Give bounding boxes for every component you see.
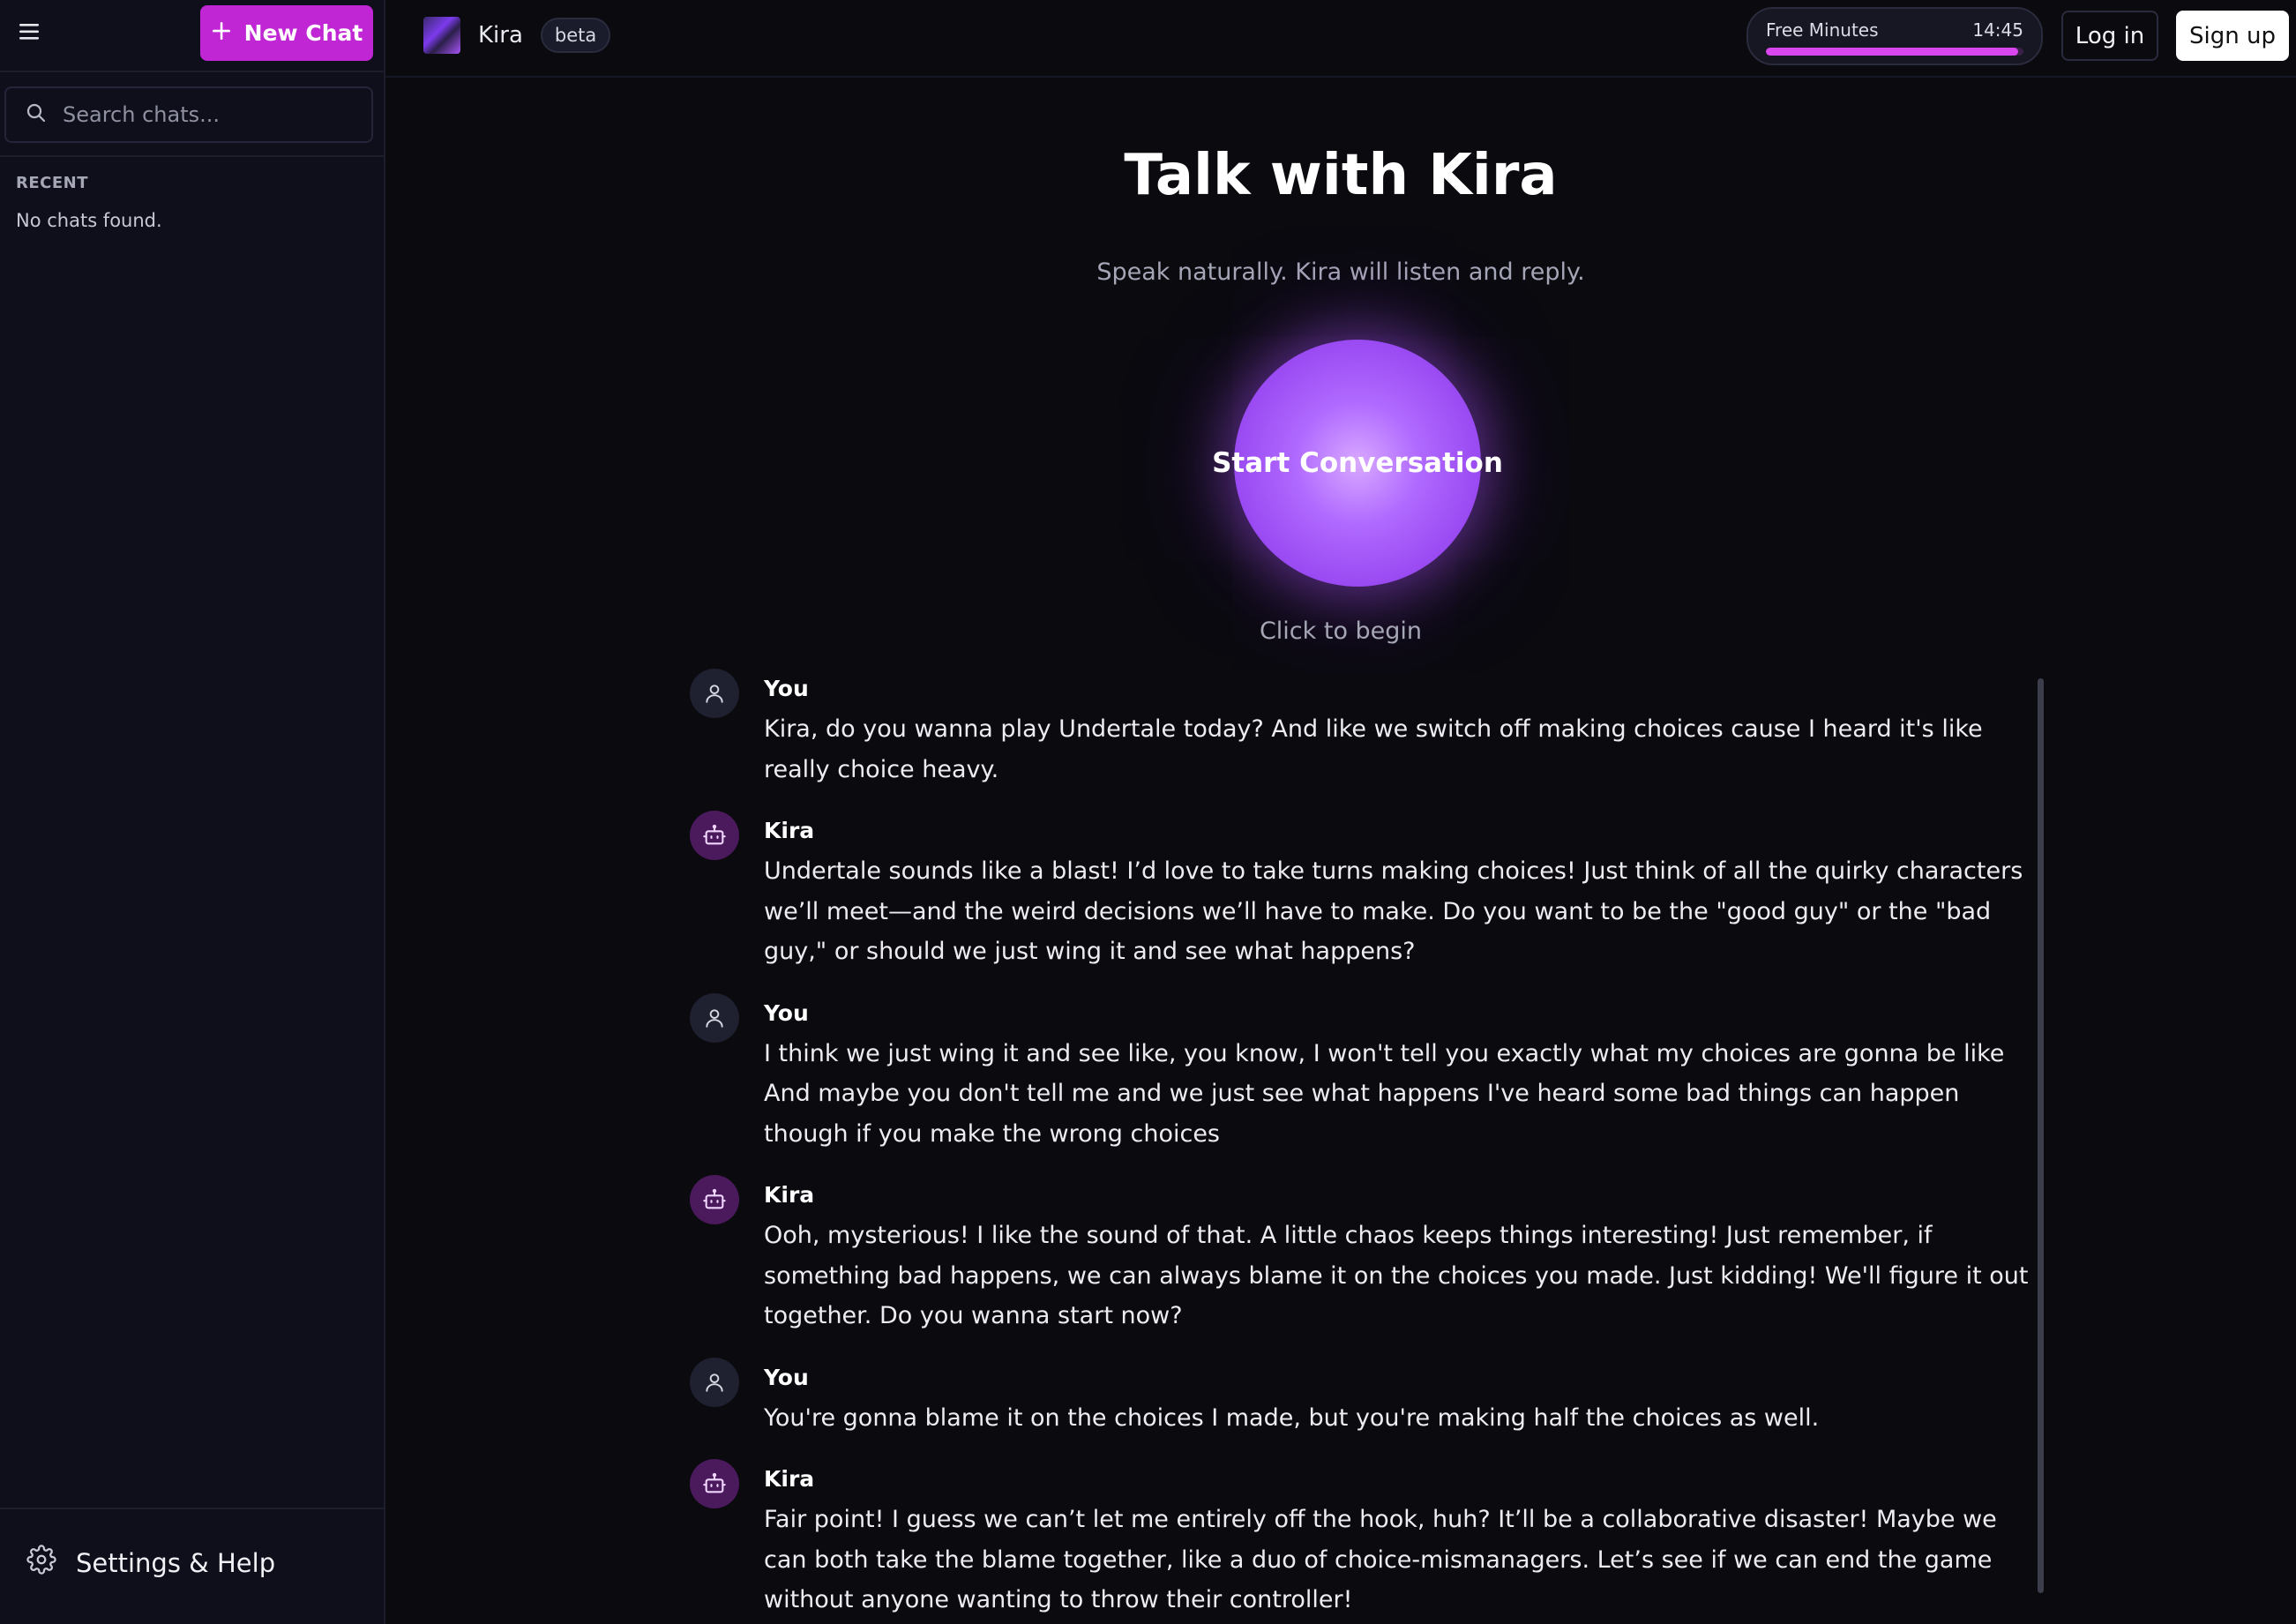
sidebar-header: New Chat — [0, 0, 384, 72]
brand-name: Kira — [478, 22, 523, 49]
free-minutes-fill — [1766, 48, 2019, 56]
message-author: Kira — [764, 1182, 815, 1208]
plus-icon — [211, 20, 232, 47]
message-text: You're gonna blame it on the choices I m… — [764, 1403, 1820, 1432]
start-conversation-label: Start Conversation — [1212, 447, 1503, 479]
sidebar: New Chat RECENT No chats found. Settings… — [0, 0, 385, 1624]
brand[interactable]: Kira beta — [423, 17, 611, 54]
beta-badge: beta — [540, 18, 611, 53]
message-author: Kira — [764, 818, 815, 843]
top-bar: Kira beta Free Minutes 14:45 Log in Sign… — [385, 0, 2296, 78]
signup-button[interactable]: Sign up — [2176, 11, 2289, 61]
new-chat-label: New Chat — [243, 20, 363, 46]
page-subtitle: Speak naturally. Kira will listen and re… — [1096, 258, 1585, 286]
transcript: You Kira, do you wanna play Undertale tod… — [690, 669, 2031, 1624]
message-text: Kira, do you wanna play Undertale today?… — [764, 715, 1983, 783]
free-minutes-meter: Free Minutes 14:45 — [1746, 7, 2043, 65]
free-minutes-value: 14:45 — [1972, 19, 2023, 41]
menu-icon[interactable] — [18, 19, 42, 44]
free-minutes-label: Free Minutes — [1766, 19, 1879, 41]
message-bot: Kira Undertale sounds like a blast! I’d l… — [690, 811, 2031, 972]
bot-icon — [690, 1175, 739, 1224]
user-icon — [690, 669, 739, 718]
user-icon — [690, 1357, 739, 1407]
message-text: Fair point! I guess we can’t let me enti… — [764, 1506, 1997, 1613]
transcript-scrollbar[interactable] — [2038, 678, 2044, 1593]
search-icon — [26, 102, 47, 127]
main-content: Talk with Kira Speak naturally. Kira wil… — [385, 78, 2296, 1624]
gear-icon — [26, 1545, 56, 1581]
kira-logo — [423, 17, 460, 54]
click-to-begin-hint: Click to begin — [1259, 617, 1423, 645]
message-author: You — [764, 676, 809, 701]
message-author: Kira — [764, 1466, 815, 1492]
free-minutes-track — [1766, 48, 2023, 56]
recent-heading: RECENT — [16, 174, 89, 192]
sidebar-footer: Settings & Help — [0, 1508, 384, 1624]
message-author: You — [764, 1364, 809, 1390]
search-input[interactable] — [61, 101, 355, 128]
user-icon — [690, 992, 739, 1043]
settings-help-label: Settings & Help — [76, 1547, 276, 1578]
empty-chats-text: No chats found. — [16, 210, 162, 231]
message-user: You You're gonna blame it on the choices … — [690, 1357, 2031, 1439]
message-bot: Kira Fair point! I guess we can’t let me … — [690, 1459, 2031, 1620]
page-title: Talk with Kira — [1124, 143, 1558, 208]
bot-icon — [690, 811, 739, 860]
new-chat-button[interactable]: New Chat — [200, 5, 373, 61]
search-box[interactable] — [4, 86, 373, 143]
bot-icon — [690, 1459, 739, 1508]
settings-help-button[interactable]: Settings & Help — [26, 1545, 275, 1581]
message-text: I think we just wing it and see like, yo… — [764, 1039, 2005, 1148]
login-button[interactable]: Log in — [2061, 11, 2158, 61]
start-conversation-button[interactable]: Start Conversation — [1212, 340, 1503, 587]
message-bot: Kira Ooh, mysterious! I like the sound of… — [690, 1175, 2031, 1336]
message-author: You — [764, 999, 809, 1026]
message-text: Ooh, mysterious! I like the sound of tha… — [764, 1222, 2029, 1329]
sidebar-divider — [0, 155, 384, 157]
message-user: You I think we just wing it and see like,… — [690, 992, 2031, 1155]
message-text: Undertale sounds like a blast! I’d love … — [764, 857, 2023, 965]
message-user: You Kira, do you wanna play Undertale tod… — [690, 669, 2031, 790]
